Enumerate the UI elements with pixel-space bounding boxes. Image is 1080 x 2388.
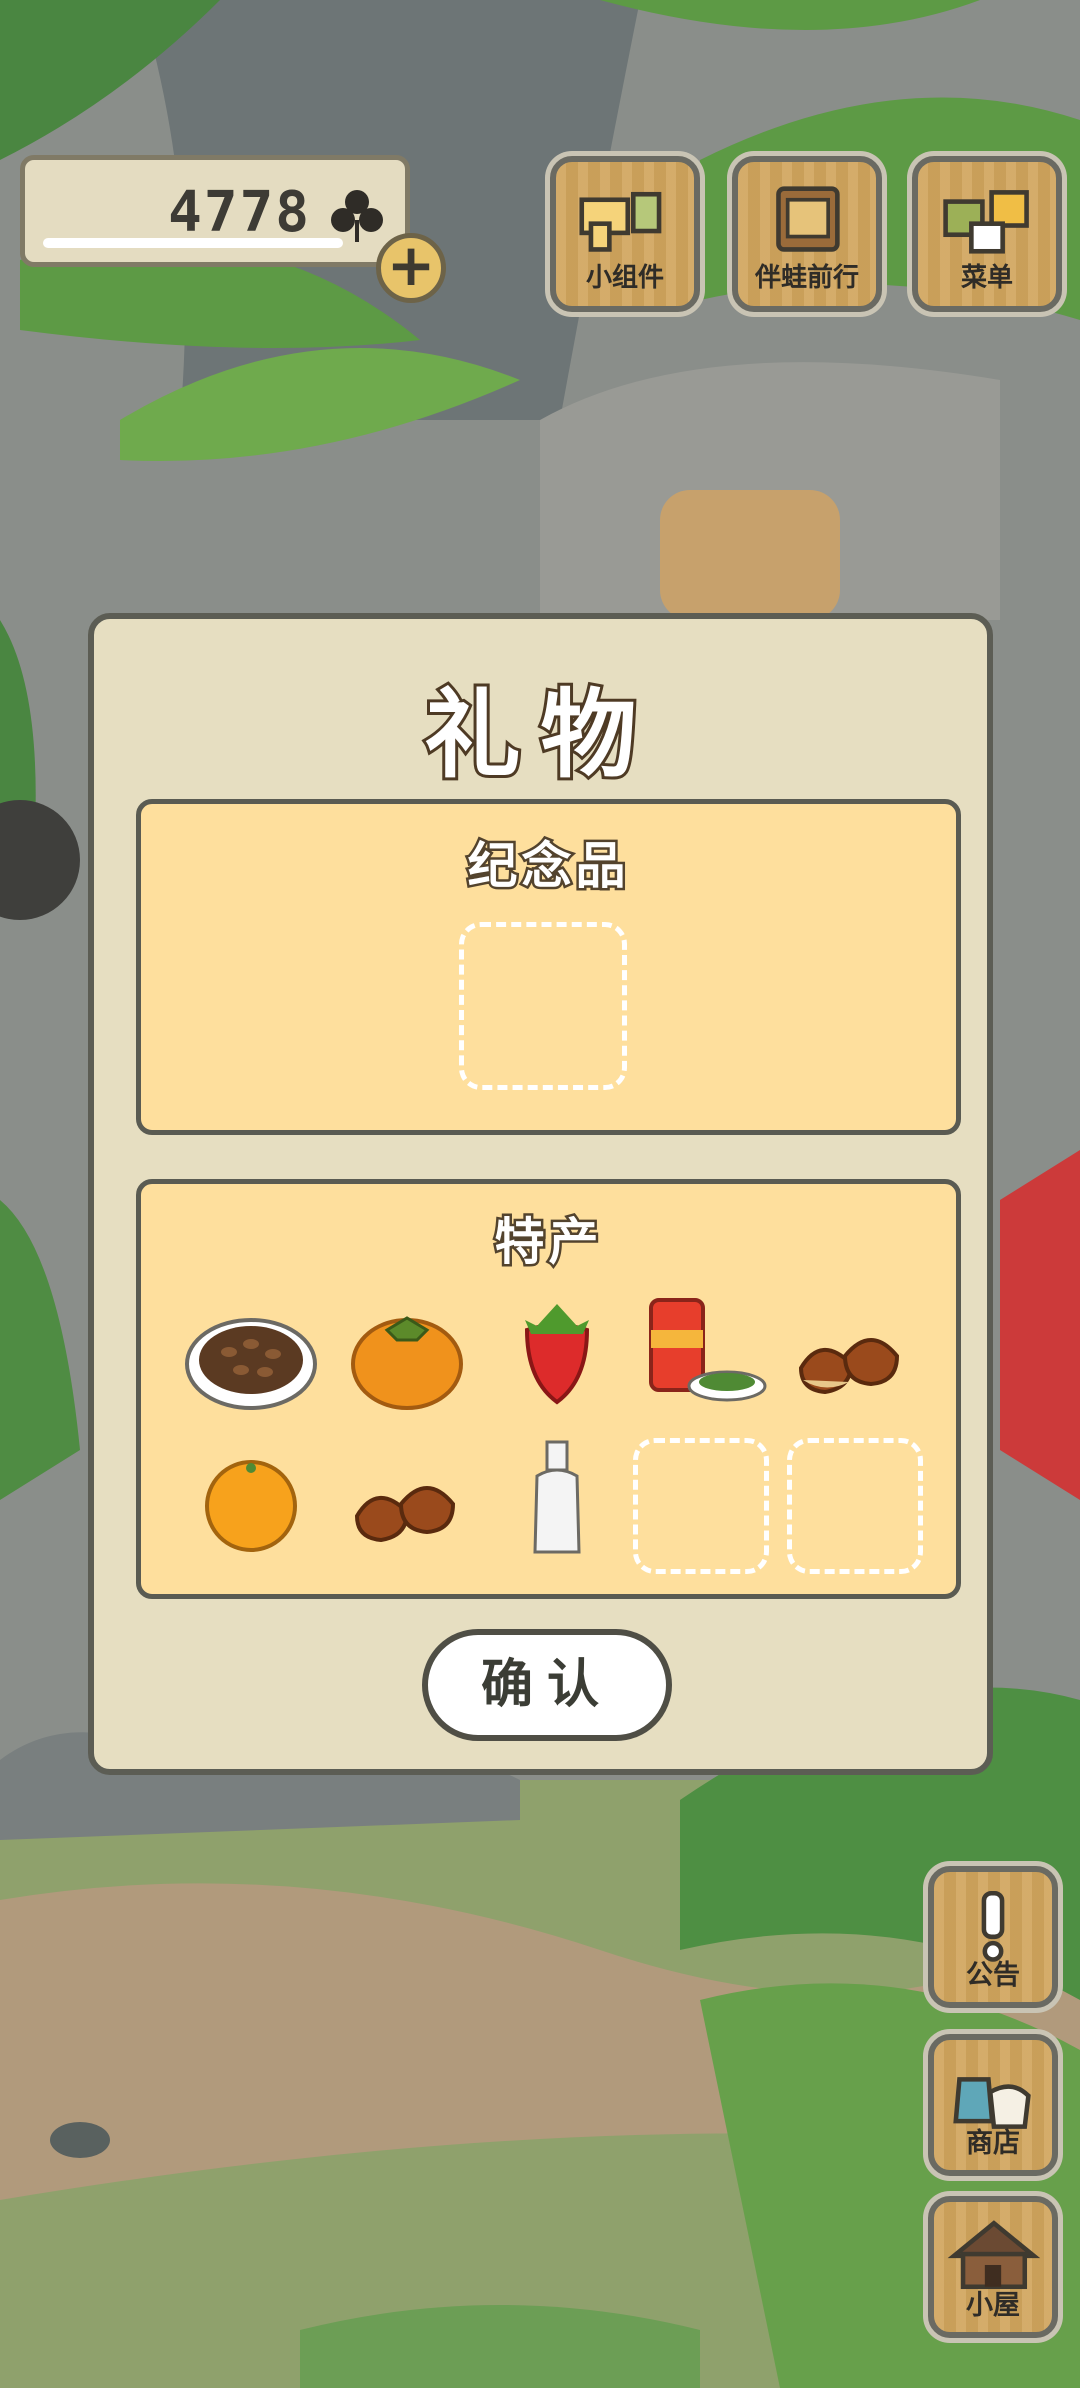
coffee-beans-plate[interactable] <box>181 1304 321 1424</box>
clover-counter: 4778 <box>20 155 410 267</box>
menu-button[interactable]: 菜单 <box>912 156 1062 312</box>
persimmon[interactable] <box>337 1298 477 1418</box>
add-clover-button[interactable]: + <box>376 233 446 303</box>
chestnuts-2[interactable] <box>337 1446 477 1566</box>
souvenir-slot-empty[interactable] <box>459 922 627 1090</box>
house-label: 小屋 <box>966 2290 1020 2321</box>
souvenir-title: 纪念品 <box>465 835 630 898</box>
notice-button[interactable]: 公告 <box>928 1866 1058 2008</box>
journal-button[interactable]: 伴蛙前行 <box>732 156 882 312</box>
widget-icon <box>579 191 662 252</box>
shop-button[interactable]: 商店 <box>928 2034 1058 2176</box>
specialty-title: 特产 <box>492 1211 603 1274</box>
house-button[interactable]: 小屋 <box>928 2196 1058 2338</box>
menu-icon <box>943 190 1029 254</box>
specialty-panel: 特产 <box>136 1179 961 1599</box>
strawberry[interactable] <box>487 1290 627 1410</box>
tea-can-and-leaves[interactable] <box>631 1290 771 1410</box>
dialog-title: 礼物 <box>422 675 657 794</box>
shop-label: 商店 <box>966 2128 1020 2159</box>
widget-label: 小组件 <box>585 263 664 293</box>
progress-bar <box>43 238 343 248</box>
confirm-button[interactable]: 确认 <box>422 1629 672 1741</box>
clover-count: 4778 <box>168 180 311 245</box>
journal-icon <box>776 186 840 252</box>
journal-label: 伴蛙前行 <box>754 263 859 293</box>
orange[interactable] <box>181 1444 321 1564</box>
souvenir-panel: 纪念品 <box>136 799 961 1135</box>
specialty-slot-empty[interactable] <box>787 1438 923 1574</box>
widget-button[interactable]: 小组件 <box>550 156 700 312</box>
clover-icon <box>331 190 383 242</box>
glass-bottle[interactable] <box>487 1440 627 1560</box>
gift-dialog: 礼物 纪念品 特产 确认 <box>88 613 993 1775</box>
chestnuts[interactable] <box>781 1298 921 1418</box>
specialty-slot-empty[interactable] <box>633 1438 769 1574</box>
notice-label: 公告 <box>966 1960 1020 1991</box>
menu-label: 菜单 <box>960 263 1013 293</box>
